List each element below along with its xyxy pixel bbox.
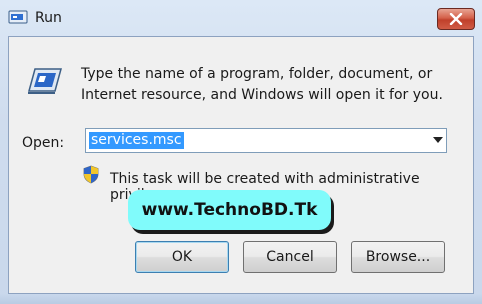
title-bar[interactable]: Run xyxy=(0,0,482,36)
window-title: Run xyxy=(35,10,62,26)
chevron-down-icon[interactable] xyxy=(433,137,443,143)
close-button[interactable] xyxy=(437,8,475,30)
watermark-label: www.TechnoBD.Tk xyxy=(128,190,331,230)
window-bottom-border xyxy=(0,294,482,304)
close-icon xyxy=(449,13,463,25)
browse-button[interactable]: Browse... xyxy=(351,241,445,273)
dialog-body: Type the name of a program, folder, docu… xyxy=(8,36,474,294)
run-icon xyxy=(8,10,28,24)
run-dialog-window: Run Type the name of a program, folder, … xyxy=(0,0,482,304)
ok-button[interactable]: OK xyxy=(135,241,229,273)
cancel-button[interactable]: Cancel xyxy=(243,241,337,273)
dialog-description: Type the name of a program, folder, docu… xyxy=(81,66,443,103)
open-label: Open: xyxy=(22,135,65,151)
open-input[interactable]: services.msc xyxy=(89,132,184,149)
run-program-icon xyxy=(28,68,62,94)
open-combobox[interactable]: services.msc xyxy=(85,128,447,153)
uac-shield-icon xyxy=(83,165,99,184)
